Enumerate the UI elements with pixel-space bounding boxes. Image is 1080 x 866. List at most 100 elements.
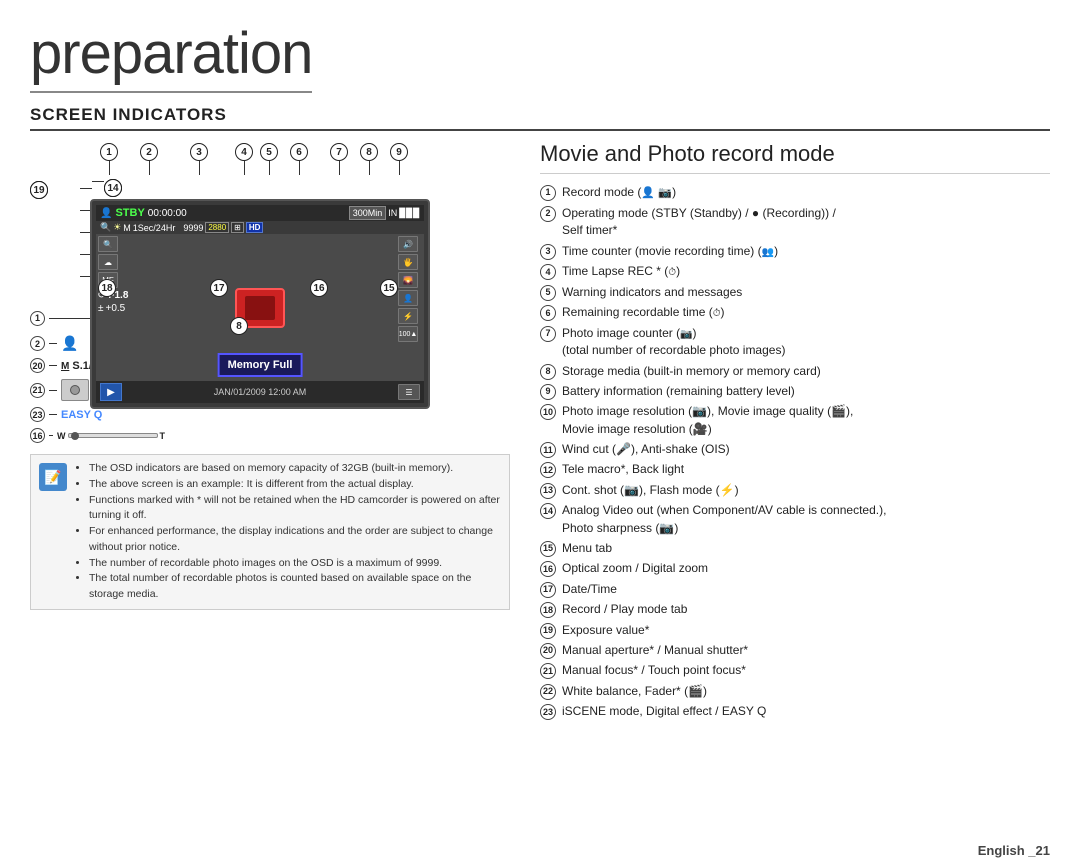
callout-18: 18 (98, 279, 116, 297)
right-panel: Movie and Photo record mode 1 Record mod… (530, 141, 1050, 724)
indicator-item-22: 22 White balance, Fader* (🎬) (540, 683, 1050, 700)
zoom-track (68, 433, 158, 438)
indicator-item-21: 21 Manual focus* / Touch point focus* (540, 662, 1050, 679)
callout-7: 7 (330, 143, 348, 161)
note-3: Functions marked with * will not be reta… (89, 493, 501, 525)
icon-wb: ☁ (98, 254, 118, 270)
ind-text-11: Wind cut (🎤), Anti-shake (OIS) (562, 441, 1050, 458)
ind-num-10: 10 (540, 404, 556, 420)
indicator-item-8: 8 Storage media (built-in memory or memo… (540, 363, 1050, 380)
screen-middle: 🔍 ☁ MF ⟳ F1.8 ± +0.5 (96, 234, 424, 381)
indicator-item-11: 11 Wind cut (🎤), Anti-shake (OIS) (540, 441, 1050, 458)
res-icon: 2880 (205, 222, 229, 233)
screen-center: Memory Full (124, 234, 396, 381)
icon-11: 🎤 (616, 442, 631, 456)
section-header: SCREEN INDICATORS (30, 105, 1050, 131)
ind-text-5: Warning indicators and messages (562, 284, 1050, 301)
play-btn: ▶ (100, 383, 122, 401)
ind-num-1: 1 (540, 185, 556, 201)
indicator-item-1: 1 Record mode (👤 📷) (540, 184, 1050, 202)
main-content: 1 2 3 4 5 6 7 8 9 (30, 141, 1050, 724)
screen-right-icons: 🔊 🖐 🌄 👤 ⚡ 100▲ (396, 234, 424, 381)
ind-sub-10: Movie image resolution (🎥) (562, 421, 1050, 438)
screen-inner: 👤 STBY 00:00:00 300Min IN ▉▉▉ (96, 205, 424, 403)
diag-num-23: 23 (30, 407, 45, 422)
indicator-item-17: 17 Date/Time (540, 581, 1050, 598)
shutter-text: 1Sec/24Hr (133, 223, 176, 233)
ind-text-9: Battery information (remaining battery l… (562, 383, 1050, 400)
icon-22: 🎬 (688, 684, 703, 698)
diag-num-2: 2 (30, 336, 45, 351)
ind-text-14: Analog Video out (when Component/AV cabl… (562, 502, 1050, 537)
ind-text-20: Manual aperture* / Manual shutter* (562, 642, 1050, 659)
menu-icon: ☰ (398, 384, 420, 400)
ind-text-10: Photo image resolution (📷), Movie image … (562, 403, 1050, 438)
icon-6: ⏱ (713, 308, 721, 319)
battery-icon: ▉▉▉ (399, 208, 420, 219)
title-section: preparation (30, 20, 1050, 93)
ind-num-11: 11 (540, 442, 556, 458)
person-icon-2: 👤 (61, 335, 78, 352)
ind-sub-2: Self timer* (562, 222, 1050, 239)
lens-21 (70, 385, 80, 395)
icon-10c: 🎥 (693, 422, 708, 436)
footer-lang: English (978, 843, 1025, 858)
ind-num-3: 3 (540, 244, 556, 260)
ind-num-7: 7 (540, 326, 556, 342)
scene-icon: ☀ (113, 222, 121, 233)
ind-text-7: Photo image counter (📷)(total number of … (562, 325, 1050, 360)
ind-sub-7: (total number of recordable photo images… (562, 342, 1050, 359)
ind-num-22: 22 (540, 684, 556, 700)
camera-screen-container: 23 22 21 20 19 (30, 171, 510, 277)
ind-text-19: Exposure value* (562, 622, 1050, 639)
zoom-bar-display: W T (57, 431, 165, 441)
date-display: JAN/01/2009 12:00 AM (214, 387, 307, 397)
page: preparation SCREEN INDICATORS 1 2 3 4 5 … (0, 0, 1080, 866)
rec-time: 300Min (349, 206, 387, 220)
indicator-item-7: 7 Photo image counter (📷)(total number o… (540, 325, 1050, 360)
screen-top-row: 👤 STBY 00:00:00 300Min IN ▉▉▉ (96, 205, 424, 221)
indicator-item-3: 3 Time counter (movie recording time) (👥… (540, 243, 1050, 261)
ind-text-3: Time counter (movie recording time) (👥) (562, 243, 1050, 261)
note-6: The total number of recordable photos is… (89, 571, 501, 603)
exp-icon: ± (98, 303, 104, 314)
ind-text-8: Storage media (built-in memory or memory… (562, 363, 1050, 380)
icon-3: 👥 (762, 247, 774, 258)
indicator-list: 1 Record mode (👤 📷) 2 Operating mode (ST… (540, 184, 1050, 721)
callout-1: 1 (100, 143, 118, 161)
diag-num-1: 1 (30, 311, 45, 326)
ind-text-13: Cont. shot (📷), Flash mode (⚡) (562, 482, 1050, 499)
callout-6: 6 (290, 143, 308, 161)
ind-num-17: 17 (540, 582, 556, 598)
cam-icon-ind1b: 📷 (658, 187, 672, 199)
screen-left-top: 👤 STBY 00:00:00 (100, 207, 187, 219)
section-header-container: SCREEN INDICATORS (30, 105, 1050, 131)
ind-num-6: 6 (540, 305, 556, 321)
ind-num-5: 5 (540, 285, 556, 301)
stby-text: STBY (115, 207, 144, 219)
icon-13b: ⚡ (720, 483, 735, 497)
rline-10 (92, 181, 104, 182)
memory-full-box: Memory Full (218, 353, 303, 377)
bottom-callouts-row: 18 17 16 15 (90, 279, 510, 301)
ind-text-21: Manual focus* / Touch point focus* (562, 662, 1050, 679)
person-icon: 👤 (100, 208, 112, 219)
indicator-item-13: 13 Cont. shot (📷), Flash mode (⚡) (540, 482, 1050, 499)
ind-text-2: Operating mode (STBY (Standby) / ● (Reco… (562, 205, 1050, 240)
indicator-item-16: 16 Optical zoom / Digital zoom (540, 560, 1050, 577)
ind-num-2: 2 (540, 206, 556, 222)
screen-bottom: ▶ JAN/01/2009 12:00 AM ☰ (96, 381, 424, 403)
ind-num-12: 12 (540, 462, 556, 478)
zoom-thumb (71, 432, 79, 440)
ind-num-8: 8 (540, 364, 556, 380)
icon-4: ⏱ (668, 267, 676, 278)
ind-num-4: 4 (540, 264, 556, 280)
indicator-item-15: 15 Menu tab (540, 540, 1050, 557)
in-icon: IN (388, 208, 397, 218)
ind-num-21: 21 (540, 663, 556, 679)
icon-10b: 🎬 (831, 404, 846, 418)
indicator-item-23: 23 iSCENE mode, Digital effect / EASY Q (540, 703, 1050, 720)
callout-19: 19 (30, 181, 48, 199)
count-text: 9999 (183, 223, 203, 233)
ind-text-22: White balance, Fader* (🎬) (562, 683, 1050, 700)
